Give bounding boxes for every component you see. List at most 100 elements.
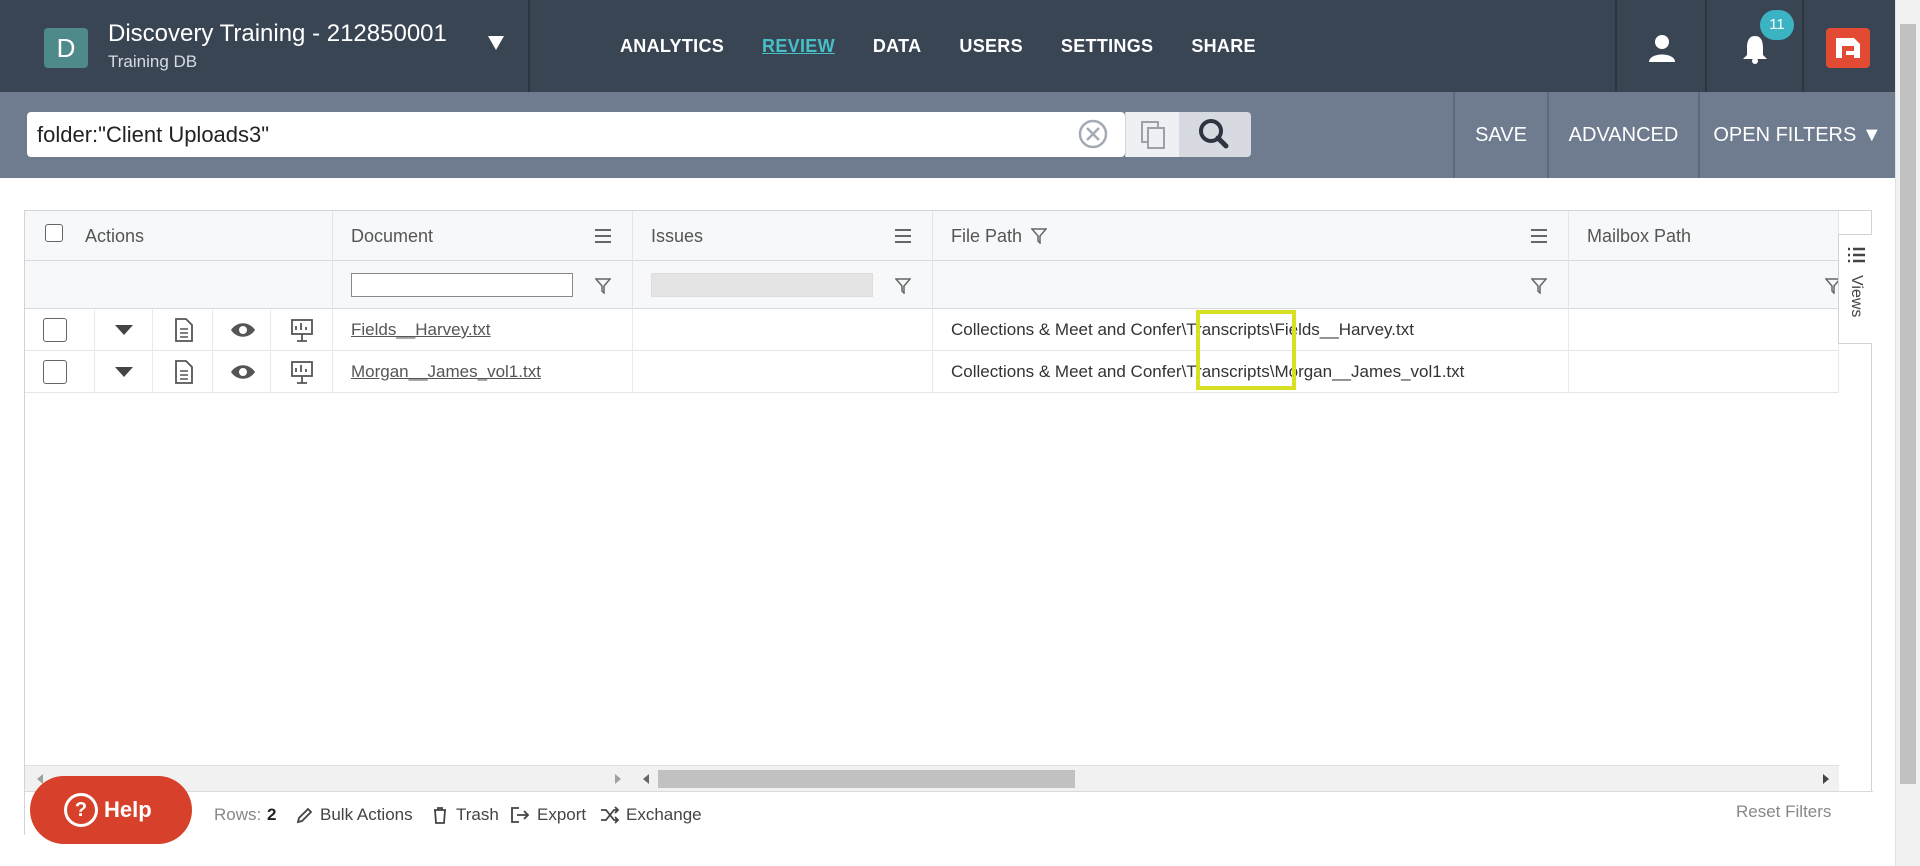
row-menu-cell [95, 351, 153, 393]
row-mailbox-path-cell [1569, 309, 1839, 351]
bell-icon[interactable] [1740, 34, 1770, 64]
row-file-path-cell: Collections & Meet and Confer\Transcript… [933, 309, 1569, 351]
divider [1802, 0, 1804, 92]
column-header-issues-label: Issues [651, 226, 704, 246]
row-document-name-cell: Fields__Harvey.txt [333, 309, 633, 351]
search-input[interactable] [27, 112, 1125, 157]
bulk-actions-button[interactable]: Bulk Actions [320, 805, 413, 825]
row-select-cell [25, 309, 95, 351]
page-vertical-scrollbar[interactable] [1895, 0, 1920, 866]
notification-badge: 11 [1760, 10, 1794, 40]
export-icon[interactable] [510, 806, 530, 824]
trash-icon[interactable] [432, 806, 448, 824]
user-icon[interactable] [1648, 34, 1676, 62]
scrollbar-thumb[interactable] [658, 770, 1075, 788]
table-row[interactable]: Morgan__James_vol1.txt Collections & Mee… [25, 351, 1839, 393]
document-icon[interactable] [153, 309, 213, 351]
column-header-mailbox-path-label: Mailbox Path [1587, 226, 1692, 246]
views-tab[interactable]: Views [1838, 234, 1872, 344]
shuffle-icon[interactable] [600, 806, 620, 824]
column-header-document[interactable]: Document [333, 211, 633, 261]
export-button[interactable]: Export [537, 805, 586, 825]
nav-analytics[interactable]: ANALYTICS [620, 36, 724, 57]
document-link[interactable]: Fields__Harvey.txt [333, 320, 491, 339]
rows-label: Rows: [214, 805, 262, 824]
issues-filter-input[interactable] [651, 273, 873, 297]
row-presentation-cell [271, 351, 333, 393]
filter-active-icon[interactable] [1031, 228, 1047, 244]
column-header-file-path[interactable]: File Path [933, 211, 1569, 261]
project-subtitle: Training DB [108, 52, 198, 71]
row-preview-cell [213, 351, 271, 393]
caret-down-icon[interactable] [95, 309, 153, 351]
search-icon [1199, 119, 1229, 149]
nav-data[interactable]: DATA [873, 36, 922, 57]
question-icon: ? [64, 793, 98, 827]
row-issues-cell [633, 351, 933, 393]
eye-icon[interactable] [213, 309, 271, 351]
app-logo[interactable] [1826, 28, 1870, 68]
views-label: Views [1848, 275, 1865, 318]
filter-icon[interactable] [595, 278, 611, 294]
column-header-actions: Actions [25, 211, 333, 261]
advanced-search-button[interactable]: ADVANCED [1547, 92, 1698, 178]
divider [1705, 0, 1707, 92]
main-nav: ANALYTICS REVIEW DATA USERS SETTINGS SHA… [620, 0, 1294, 92]
exchange-button[interactable]: Exchange [626, 805, 702, 825]
document-icon[interactable] [153, 351, 213, 393]
column-header-actions-label: Actions [85, 226, 145, 246]
column-menu-icon[interactable] [595, 229, 611, 243]
copy-query-button[interactable] [1125, 112, 1179, 157]
row-checkbox[interactable] [43, 360, 67, 384]
nav-review[interactable]: REVIEW [762, 36, 835, 57]
trash-button[interactable]: Trash [456, 805, 499, 825]
row-checkbox[interactable] [43, 318, 67, 342]
chevron-down-icon[interactable] [488, 36, 504, 50]
row-mailbox-path-cell [1569, 351, 1839, 393]
save-search-button[interactable]: SAVE [1453, 92, 1547, 178]
row-file-path-cell: Collections & Meet and Confer\Transcript… [933, 351, 1569, 393]
filter-icon[interactable] [1531, 278, 1547, 294]
caret-down-icon[interactable] [95, 351, 153, 393]
column-header-mailbox-path[interactable]: Mailbox Path [1569, 211, 1839, 261]
row-document-cell [153, 351, 213, 393]
nav-users[interactable]: USERS [959, 36, 1023, 57]
horizontal-scrollbar[interactable] [633, 765, 1839, 791]
nav-settings[interactable]: SETTINGS [1061, 36, 1153, 57]
reset-filters-button[interactable]: Reset Filters [1736, 802, 1831, 822]
document-link[interactable]: Morgan__James_vol1.txt [333, 362, 541, 381]
filter-cell-mailbox-path [1569, 261, 1839, 309]
clear-search-icon[interactable] [1076, 117, 1110, 151]
nav-share[interactable]: SHARE [1191, 36, 1256, 57]
pencil-icon[interactable] [296, 806, 314, 824]
help-button[interactable]: ? Help [30, 776, 192, 844]
presentation-icon[interactable] [271, 351, 333, 393]
row-issues-cell [633, 309, 933, 351]
document-grid: Actions Document Issues File Path Mailbo… [24, 210, 1873, 836]
project-selector[interactable]: D Discovery Training - 212850001 Trainin… [0, 0, 530, 92]
column-header-document-label: Document [351, 226, 434, 246]
help-label: Help [104, 797, 152, 822]
presentation-icon[interactable] [271, 309, 333, 351]
filter-cell-actions [25, 261, 333, 309]
search-button[interactable] [1179, 112, 1251, 157]
row-preview-cell [213, 309, 271, 351]
row-document-cell [153, 309, 213, 351]
column-menu-icon[interactable] [895, 229, 911, 243]
row-presentation-cell [271, 309, 333, 351]
filter-icon[interactable] [895, 278, 911, 294]
select-all-checkbox[interactable] [45, 224, 63, 242]
list-icon [1848, 247, 1865, 263]
project-avatar: D [44, 28, 88, 68]
open-filters-button[interactable]: OPEN FILTERS ▼ [1698, 92, 1895, 178]
scrollbar-thumb[interactable] [1900, 24, 1916, 784]
eye-icon[interactable] [213, 351, 271, 393]
grid-header: Actions Document Issues File Path Mailbo… [25, 211, 1839, 261]
column-menu-icon[interactable] [1531, 229, 1547, 243]
column-header-issues[interactable]: Issues [633, 211, 933, 261]
filter-cell-file-path [933, 261, 1569, 309]
table-row[interactable]: Fields__Harvey.txt Collections & Meet an… [25, 309, 1839, 351]
filter-icon[interactable] [1825, 278, 1839, 294]
document-filter-input[interactable] [351, 273, 573, 297]
column-header-file-path-label: File Path [951, 226, 1023, 246]
